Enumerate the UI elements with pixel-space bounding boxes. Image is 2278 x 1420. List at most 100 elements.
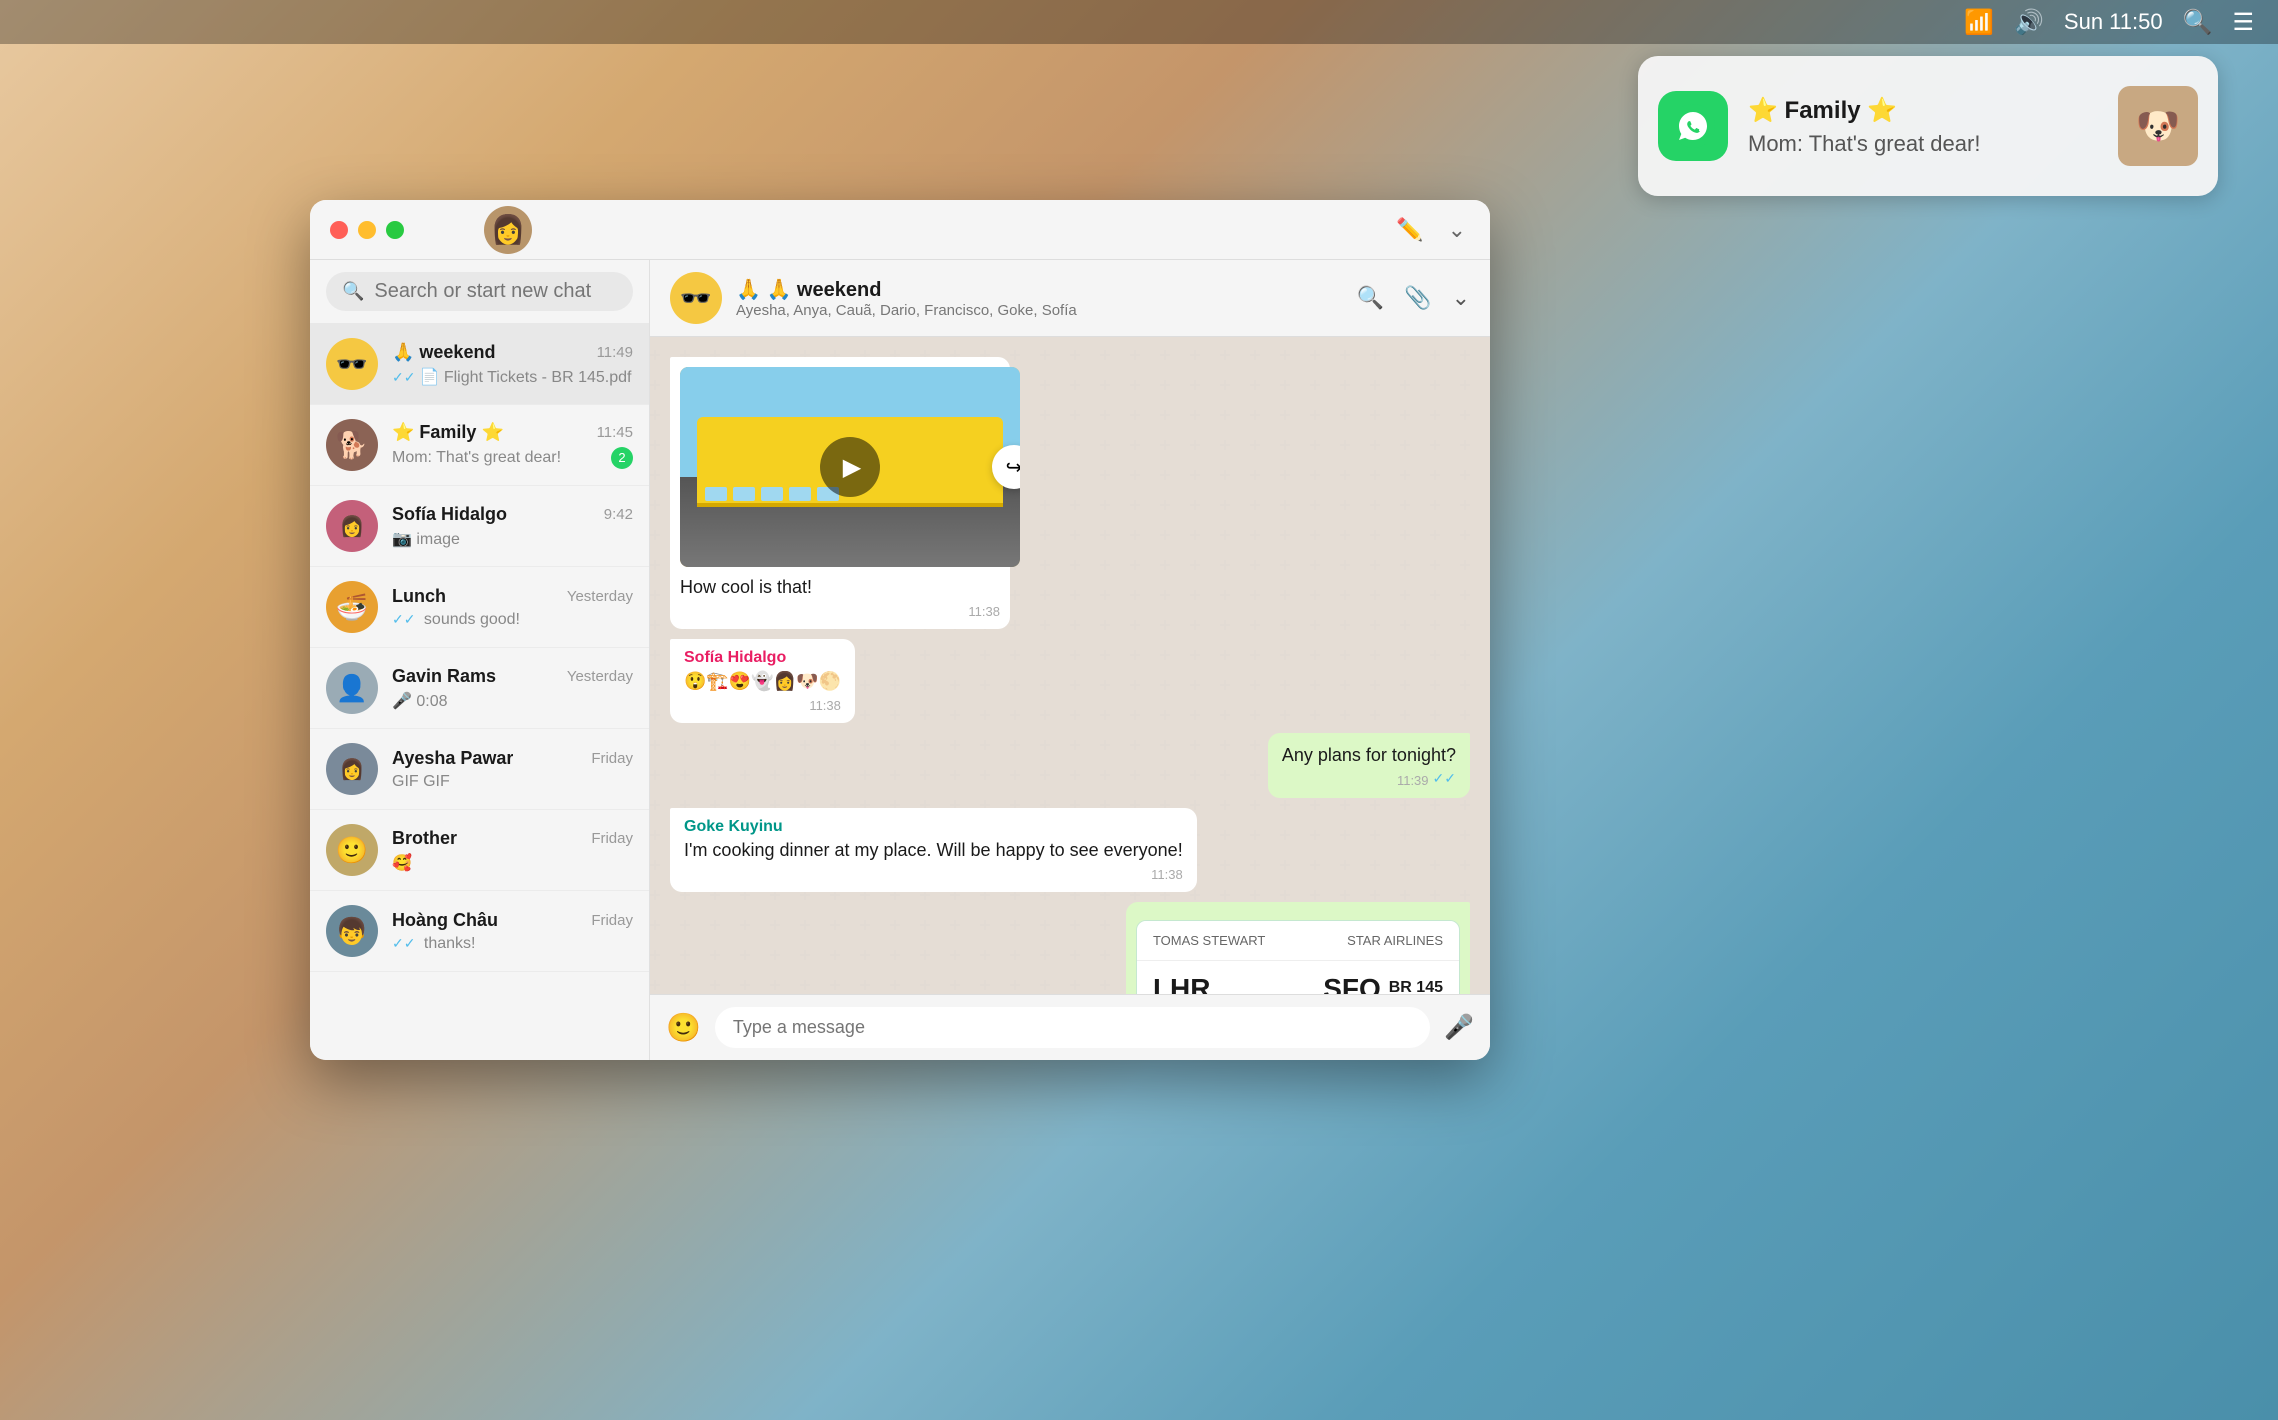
chat-preview: ✓✓ sounds good! [392, 611, 633, 629]
message-ticket: TOMAS STEWART STAR AIRLINES LHR 11:50 → [1126, 902, 1470, 994]
chat-name: Hoàng Châu [392, 910, 498, 931]
chat-name: 🙏 weekend [392, 342, 495, 363]
notification-app-icon [1658, 91, 1728, 161]
emoji-button[interactable]: 🙂 [666, 1011, 701, 1044]
message-input[interactable] [715, 1007, 1430, 1048]
chat-info-lunch: Lunch Yesterday ✓✓ sounds good! [392, 586, 633, 629]
titlebar-avatar: 👩 [484, 206, 532, 254]
chat-name-row: Sofía Hidalgo 9:42 [392, 504, 633, 525]
sender-name: Sofía Hidalgo [684, 649, 841, 667]
message-time: 11:39 [1397, 773, 1429, 788]
chat-preview: ✓✓📄 Flight Tickets - BR 145.pdf [392, 367, 633, 387]
traffic-lights [330, 221, 404, 239]
maximize-button[interactable] [386, 221, 404, 239]
message-goke: Goke Kuyinu I'm cooking dinner at my pla… [670, 808, 1197, 892]
ticket-airline: STAR AIRLINES [1347, 933, 1443, 948]
chat-name: ⭐ Family ⭐ [392, 422, 504, 443]
chat-item-gavin[interactable]: 👤 Gavin Rams Yesterday 🎤 0:08 [310, 648, 649, 729]
chat-info-weekend: 🙏 weekend 11:49 ✓✓📄 Flight Tickets - BR … [392, 342, 633, 387]
chat-name-row: Gavin Rams Yesterday [392, 666, 633, 687]
bubble: Goke Kuyinu I'm cooking dinner at my pla… [670, 808, 1197, 892]
search-icon: 🔍 [342, 281, 364, 302]
message-outgoing: Any plans for tonight? 11:39 ✓✓ [1268, 733, 1470, 797]
chat-avatar-family: 🐕 [326, 419, 378, 471]
message-time: 11:38 [684, 698, 841, 713]
chat-time: 11:45 [597, 424, 633, 441]
unread-badge: 2 [611, 447, 633, 469]
chat-time: 9:42 [604, 506, 633, 523]
volume-icon: 🔊 [2014, 8, 2044, 37]
chat-search-button[interactable]: 🔍 [1357, 285, 1384, 311]
minimize-button[interactable] [358, 221, 376, 239]
search-container: 🔍 [326, 272, 633, 311]
ticket-header: TOMAS STEWART STAR AIRLINES [1137, 921, 1459, 960]
chat-info-family: ⭐ Family ⭐ 11:45 Mom: That's great dear!… [392, 422, 633, 469]
messages-area: ▶ ↪ How cool is that! 11:38 Sofía Hidalg… [650, 337, 1490, 994]
app-content: 🔍 🕶️ 🙏 weekend 11:49 ✓✓📄 Flight Tickets [310, 260, 1490, 1060]
chat-preview-row: ✓✓📄 Flight Tickets - BR 145.pdf [392, 367, 633, 387]
chat-item-weekend[interactable]: 🕶️ 🙏 weekend 11:49 ✓✓📄 Flight Tickets - … [310, 324, 649, 405]
chat-item-sofia[interactable]: 👩 Sofía Hidalgo 9:42 📷 image [310, 486, 649, 567]
flight-arrow: → [1218, 985, 1315, 994]
close-button[interactable] [330, 221, 348, 239]
chat-attachment-button[interactable]: 📎 [1404, 285, 1431, 311]
chat-header: 🕶️ 🙏 🙏 weekend Ayesha, Anya, Cauã, Dario… [650, 260, 1490, 337]
menu-icon[interactable]: ☰ [2232, 8, 2254, 37]
chat-info-brother: Brother Friday 🥰 [392, 828, 633, 873]
message-text: 😲🏗️😍👻👩🐶🌕 [684, 669, 841, 694]
chat-item-ayesha[interactable]: 👩 Ayesha Pawar Friday GIF GIF [310, 729, 649, 810]
notification-body: Mom: That's great dear! [1748, 131, 2098, 157]
chat-item-hoang[interactable]: 👦 Hoàng Châu Friday ✓✓ thanks! [310, 891, 649, 972]
microphone-button[interactable]: 🎤 [1444, 1013, 1474, 1042]
search-icon[interactable]: 🔍 [2183, 8, 2213, 37]
sidebar: 🔍 🕶️ 🙏 weekend 11:49 ✓✓📄 Flight Tickets [310, 260, 650, 1060]
chat-more-button[interactable]: ⌄ [1452, 285, 1470, 311]
chat-preview: 📷 image [392, 529, 633, 549]
chat-preview: 🎤 0:08 [392, 691, 633, 711]
bubble: ▶ ↪ How cool is that! 11:38 [670, 357, 1010, 629]
titlebar: 👩 ✏️ ⌄ [310, 200, 1490, 260]
message-input-area: 🙂 🎤 [650, 994, 1490, 1060]
chat-time: Yesterday [567, 668, 633, 685]
chat-preview-row: ✓✓ sounds good! [392, 611, 633, 629]
chat-preview: ✓✓ thanks! [392, 935, 633, 953]
chat-preview: 🥰 [392, 853, 633, 873]
search-input[interactable] [374, 280, 639, 303]
chat-preview-row: Mom: That's great dear! 2 [392, 447, 633, 469]
chat-name-row: ⭐ Family ⭐ 11:45 [392, 422, 633, 443]
chat-name-row: 🙏 weekend 11:49 [392, 342, 633, 363]
ticket-card: TOMAS STEWART STAR AIRLINES LHR 11:50 → [1136, 920, 1460, 994]
dropdown-button[interactable]: ⌄ [1444, 213, 1470, 247]
play-button[interactable]: ▶ [820, 437, 880, 497]
menubar-clock: Sun 11:50 [2064, 9, 2163, 35]
departure-airport: LHR [1153, 973, 1211, 994]
chat-preview: GIF GIF [392, 773, 633, 791]
chat-time: Friday [591, 912, 633, 929]
notification-title: ⭐ Family ⭐ [1748, 96, 2098, 125]
message-sofia: Sofía Hidalgo 😲🏗️😍👻👩🐶🌕 11:38 [670, 639, 855, 723]
notification-content: ⭐ Family ⭐ Mom: That's great dear! [1748, 96, 2098, 157]
notification-popup[interactable]: ⭐ Family ⭐ Mom: That's great dear! 🐶 [1638, 56, 2218, 196]
chat-item-lunch[interactable]: 🍜 Lunch Yesterday ✓✓ sounds good! [310, 567, 649, 648]
video-thumbnail[interactable]: ▶ ↪ [680, 367, 1020, 567]
chat-header-name: 🙏 🙏 weekend [736, 277, 1343, 302]
chat-info-hoang: Hoàng Châu Friday ✓✓ thanks! [392, 910, 633, 953]
sender-name: Goke Kuyinu [684, 818, 1183, 836]
arrival-airport: SFO [1323, 973, 1381, 994]
message-time: 11:38 [680, 604, 1000, 619]
chat-header-members: Ayesha, Anya, Cauã, Dario, Francisco, Go… [736, 302, 1343, 319]
chat-time: Friday [591, 830, 633, 847]
chat-avatar-sofia: 👩 [326, 500, 378, 552]
chat-name-row: Brother Friday [392, 828, 633, 849]
compose-button[interactable]: ✏️ [1392, 213, 1427, 247]
notification-avatar: 🐶 [2118, 86, 2198, 166]
chat-preview-row: GIF GIF [392, 773, 633, 791]
chat-name: Sofía Hidalgo [392, 504, 507, 525]
app-window: 👩 ✏️ ⌄ 🔍 🕶️ 🙏 weekend [310, 200, 1490, 1060]
chat-avatar-ayesha: 👩 [326, 743, 378, 795]
wifi-icon: 📶 [1964, 8, 1994, 37]
chat-item-family[interactable]: 🐕 ⭐ Family ⭐ 11:45 Mom: That's great dea… [310, 405, 649, 486]
chat-name-row: Lunch Yesterday [392, 586, 633, 607]
read-ticks: ✓✓ [1433, 770, 1456, 787]
chat-item-brother[interactable]: 🙂 Brother Friday 🥰 [310, 810, 649, 891]
